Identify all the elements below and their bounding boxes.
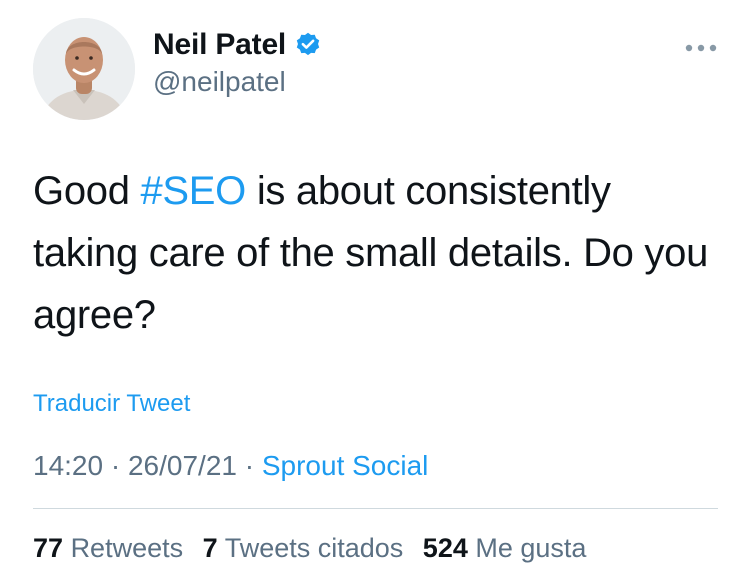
likes-stat[interactable]: 524 Me gusta <box>423 533 587 563</box>
tweet-stats: 77 Retweets 7 Tweets citados 524 Me gust… <box>33 533 598 564</box>
avatar[interactable] <box>33 18 135 120</box>
display-name[interactable]: Neil Patel <box>153 28 286 62</box>
more-options-icon[interactable] <box>684 40 718 52</box>
verified-badge-icon <box>294 31 322 59</box>
quote-tweets-label: Tweets citados <box>224 533 404 563</box>
retweets-stat[interactable]: 77 Retweets <box>33 533 183 563</box>
quote-tweets-count: 7 <box>202 533 218 563</box>
meta-separator: · <box>236 450 262 481</box>
tweet-time[interactable]: 14:20 <box>33 450 103 481</box>
retweets-count: 77 <box>33 533 64 563</box>
quote-tweets-stat[interactable]: 7 Tweets citados <box>203 533 404 563</box>
hashtag-link[interactable]: #SEO <box>140 169 246 213</box>
divider <box>33 508 718 509</box>
tweet-text-start: Good <box>33 169 141 213</box>
author-name-row: Neil Patel <box>153 26 322 64</box>
tweet-metadata: 14:20 · 26/07/21 · Sprout Social <box>33 450 428 482</box>
tweet-date[interactable]: 26/07/21 <box>128 450 237 481</box>
translate-tweet-link[interactable]: Traducir Tweet <box>33 390 190 418</box>
tweet-text: Good #SEO is about consistently taking c… <box>33 160 723 346</box>
meta-separator: · <box>103 450 128 481</box>
author-handle[interactable]: @neilpatel <box>153 66 286 98</box>
profile-photo-icon <box>33 18 135 120</box>
likes-count: 524 <box>422 533 468 563</box>
retweets-label: Retweets <box>70 533 184 563</box>
tweet-source-link[interactable]: Sprout Social <box>262 450 429 481</box>
likes-label: Me gusta <box>475 533 587 563</box>
